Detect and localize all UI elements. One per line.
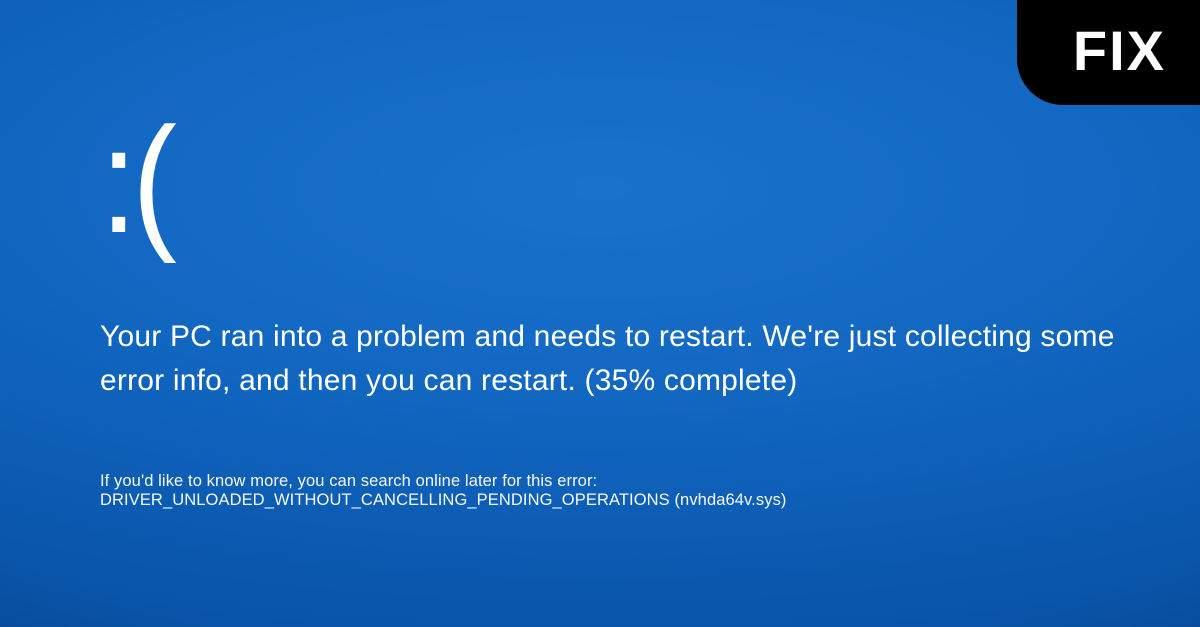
bsod-content: :( Your PC ran into a problem and needs … [100,105,1140,510]
error-code-detail: If you'd like to know more, you can sear… [100,472,1140,510]
fix-badge: FIX [1017,0,1200,105]
error-message: Your PC ran into a problem and needs to … [100,315,1120,402]
sad-face-icon: :( [100,105,1036,255]
